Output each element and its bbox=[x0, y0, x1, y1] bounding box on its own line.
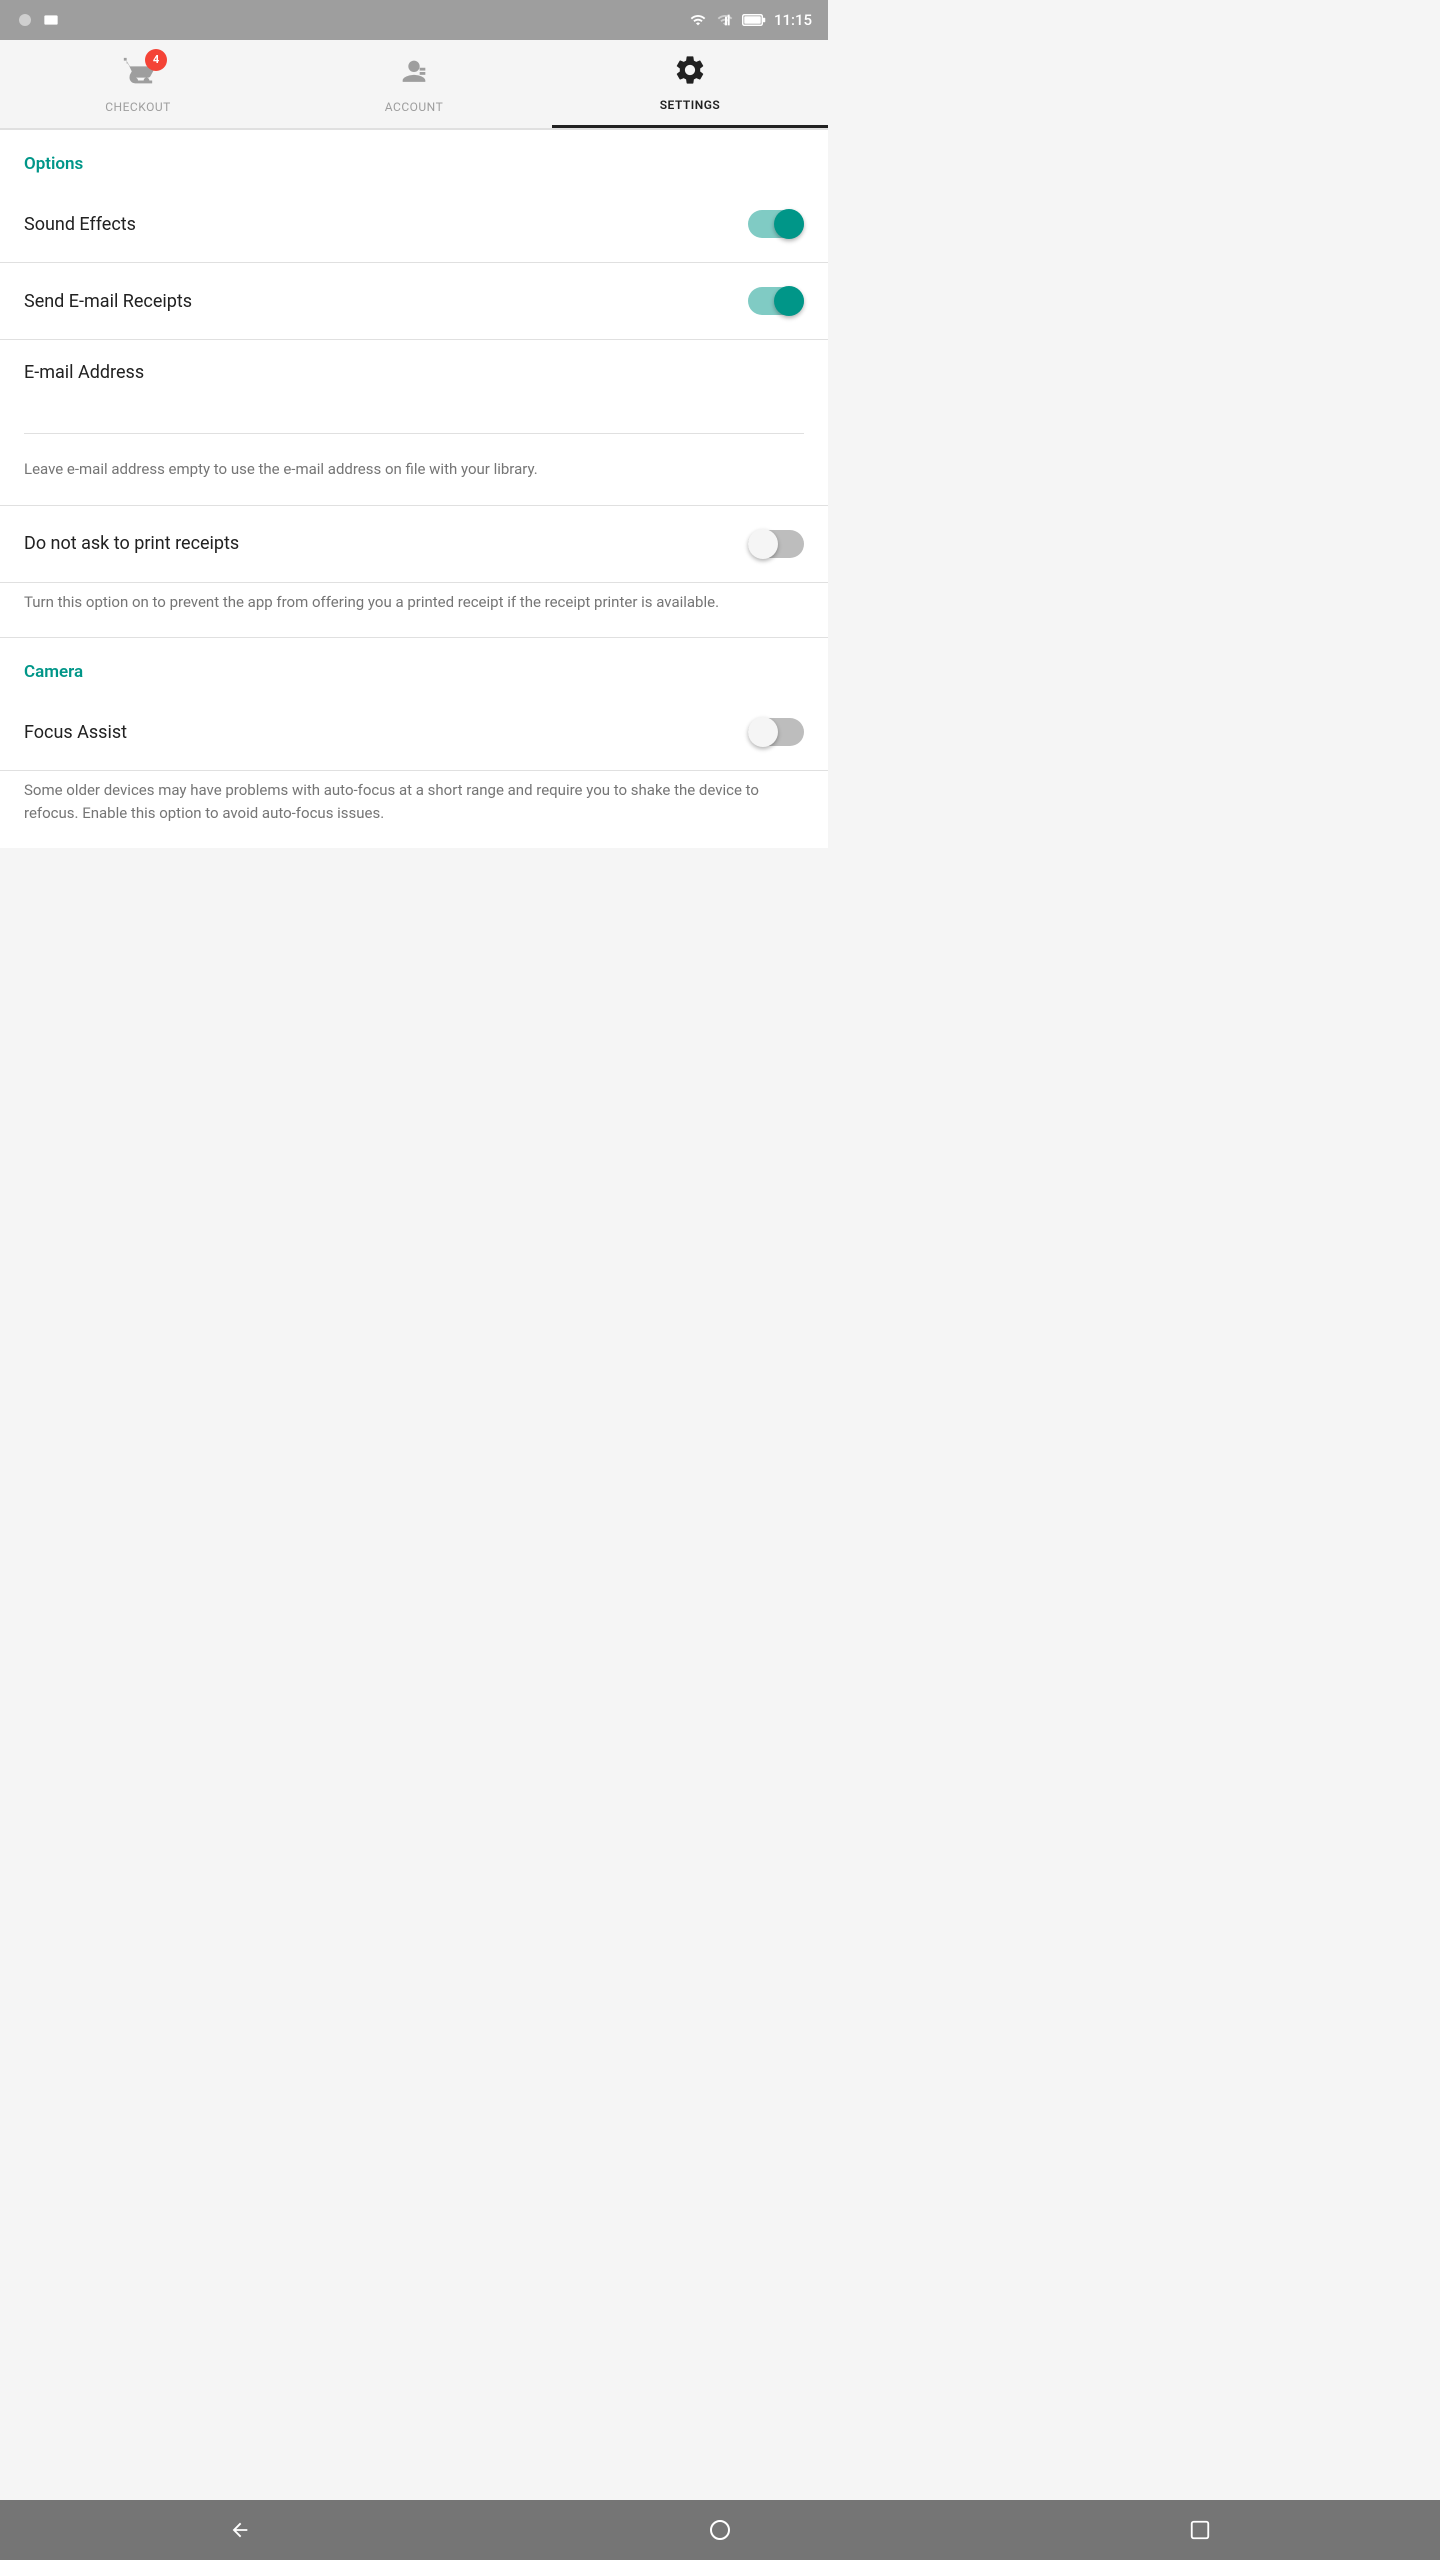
home-button[interactable] bbox=[700, 2510, 740, 2550]
no-print-receipts-toggle[interactable] bbox=[748, 528, 804, 560]
wifi-icon bbox=[688, 12, 708, 28]
settings-content: Options Sound Effects Send E-mail Receip… bbox=[0, 130, 828, 848]
tab-checkout[interactable]: 4 CHECKOUT bbox=[0, 40, 276, 128]
email-address-label: E-mail Address bbox=[24, 362, 804, 383]
focus-assist-description: Some older devices may have problems wit… bbox=[0, 771, 828, 848]
status-bar-right: 11:15 bbox=[688, 11, 812, 29]
email-receipts-row: Send E-mail Receipts bbox=[0, 263, 828, 340]
focus-assist-label: Focus Assist bbox=[24, 722, 127, 743]
sound-effects-thumb bbox=[774, 209, 804, 239]
checkout-badge: 4 bbox=[145, 49, 167, 71]
sound-effects-label: Sound Effects bbox=[24, 214, 136, 235]
tab-account[interactable]: ACCOUNT bbox=[276, 40, 552, 128]
sound-effects-row: Sound Effects bbox=[0, 186, 828, 263]
no-print-receipts-description: Turn this option on to prevent the app f… bbox=[0, 583, 828, 639]
camera-section-header: Camera bbox=[0, 638, 828, 694]
back-button[interactable] bbox=[220, 2510, 260, 2550]
focus-assist-toggle[interactable] bbox=[748, 716, 804, 748]
email-address-hint: Leave e-mail address empty to use the e-… bbox=[0, 442, 828, 506]
no-print-receipts-row: Do not ask to print receipts bbox=[0, 506, 828, 583]
no-print-receipts-label: Do not ask to print receipts bbox=[24, 533, 239, 554]
signal-icon bbox=[716, 12, 734, 28]
email-receipts-toggle[interactable] bbox=[748, 285, 804, 317]
options-section-header: Options bbox=[0, 130, 828, 186]
email-receipts-thumb bbox=[774, 286, 804, 316]
checkout-label: CHECKOUT bbox=[105, 100, 171, 114]
checkout-icon: 4 bbox=[121, 55, 155, 96]
focus-assist-thumb bbox=[748, 717, 778, 747]
status-bar-left bbox=[16, 11, 60, 29]
tab-bar: 4 CHECKOUT ACCOUNT SETTINGS bbox=[0, 40, 828, 130]
email-address-input[interactable] bbox=[24, 399, 804, 434]
settings-label: SETTINGS bbox=[660, 98, 721, 112]
battery-icon bbox=[742, 12, 766, 28]
tab-settings[interactable]: SETTINGS bbox=[552, 40, 828, 128]
email-address-section: E-mail Address bbox=[0, 340, 828, 442]
email-receipts-label: Send E-mail Receipts bbox=[24, 291, 192, 312]
sound-effects-toggle[interactable] bbox=[748, 208, 804, 240]
settings-icon bbox=[673, 53, 707, 94]
bottom-navigation bbox=[0, 2500, 1440, 2560]
account-label: ACCOUNT bbox=[385, 100, 443, 114]
account-icon bbox=[397, 55, 431, 96]
no-print-receipts-thumb bbox=[748, 529, 778, 559]
time-display: 11:15 bbox=[774, 11, 812, 29]
focus-assist-row: Focus Assist bbox=[0, 694, 828, 771]
card-icon bbox=[42, 12, 60, 28]
status-bar: 11:15 bbox=[0, 0, 828, 40]
recent-button[interactable] bbox=[1180, 2510, 1220, 2550]
sim-icon bbox=[16, 11, 34, 29]
